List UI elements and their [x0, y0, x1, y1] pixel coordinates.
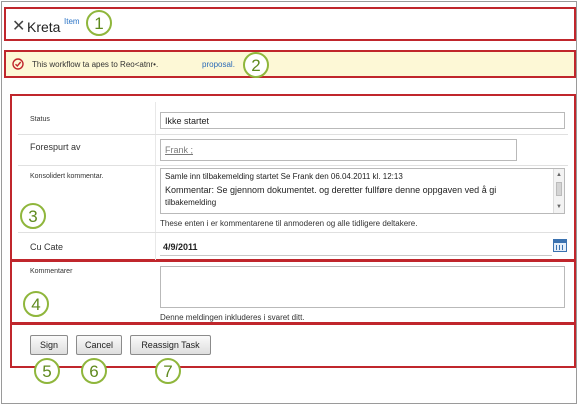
row-divider [18, 165, 568, 166]
workflow-message: This workflow ta apes to Reo<atnr•. [32, 60, 159, 69]
comment-line-2: Kommentar: Se gjennom dokumentet. og der… [165, 185, 497, 195]
comment-line-1: Samle inn tilbakemelding startet Se Fran… [165, 172, 403, 181]
scroll-down-icon[interactable]: ▼ [556, 204, 562, 210]
sign-button[interactable]: Sign [30, 335, 68, 355]
column-divider [155, 102, 156, 260]
status-label: Status [30, 116, 50, 123]
cancel-button[interactable]: Cancel [76, 335, 122, 355]
callout-1: 1 [86, 10, 112, 36]
row-divider [18, 134, 568, 135]
item-label: Item [64, 17, 80, 26]
comment-scrollbar[interactable]: ▲ ▼ [553, 169, 564, 213]
workflow-icon [12, 58, 24, 70]
scroll-thumb[interactable] [556, 182, 562, 196]
comments-region: Kommentarer Denne meldingen inkluderes i… [10, 260, 576, 324]
form-region: Status Ikke startet Forespurt av Frank ;… [10, 94, 576, 261]
reassign-task-button[interactable]: Reassign Task [130, 335, 211, 355]
consolidated-comment-box[interactable]: Samle inn tilbakemelding startet Se Fran… [160, 168, 565, 214]
workflow-link[interactable]: proposal. [202, 60, 235, 69]
status-field[interactable]: Ikke startet [160, 112, 565, 129]
callout-6: 6 [81, 358, 107, 384]
due-date-value: 4/9/2011 [163, 242, 198, 252]
callout-2: 2 [243, 52, 269, 78]
consolidated-comment-note: These enten i er kommentarene til anmode… [160, 219, 418, 228]
calendar-icon[interactable] [553, 239, 567, 252]
callout-4: 4 [23, 291, 49, 317]
scroll-up-icon[interactable]: ▲ [556, 172, 562, 178]
status-value: Ikke startet [165, 116, 210, 126]
callout-3: 3 [20, 203, 46, 229]
requested-by-value[interactable]: Frank ; [165, 145, 193, 155]
requested-by-label: Forespurt av [30, 142, 81, 152]
comments-note: Denne meldingen inkluderes i svaret ditt… [160, 313, 305, 322]
workflow-banner: This workflow ta apes to Reo<atnr•. prop… [4, 50, 576, 78]
page-title: Kreta [27, 19, 61, 35]
consolidated-comment-label: Konsolidert kommentar. [30, 173, 104, 180]
due-date-field[interactable] [160, 237, 552, 256]
comments-input[interactable] [160, 266, 565, 308]
row-divider [18, 232, 568, 233]
task-form-window: ✕ Kreta Item 1 This workflow ta apes to … [1, 1, 577, 404]
callout-7: 7 [155, 358, 181, 384]
requested-by-field[interactable]: Frank ; [160, 139, 517, 161]
comments-label: Kommentarer [30, 268, 73, 275]
callout-5: 5 [34, 358, 60, 384]
comment-line-3: tilbakemelding [165, 198, 217, 207]
close-icon[interactable]: ✕ [12, 16, 25, 36]
due-date-label: Cu Cate [30, 242, 64, 252]
